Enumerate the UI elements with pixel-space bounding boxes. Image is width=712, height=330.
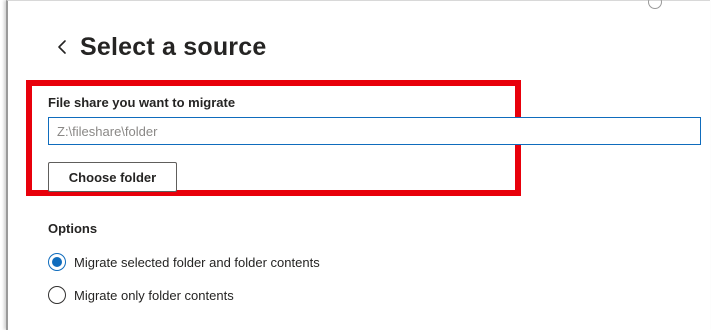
back-button[interactable]: [56, 31, 78, 63]
chevron-left-icon: [58, 40, 66, 54]
file-share-label: File share you want to migrate: [48, 95, 236, 110]
option-migrate-folder-and-contents[interactable]: Migrate selected folder and folder conte…: [48, 253, 320, 271]
option-migrate-contents-only[interactable]: Migrate only folder contents: [48, 286, 234, 304]
option-label: Migrate only folder contents: [74, 287, 234, 303]
choose-folder-button[interactable]: Choose folder: [48, 162, 177, 192]
radio-button-unselected[interactable]: [48, 286, 66, 304]
circle-icon: [648, 0, 662, 9]
page-header: Select a source: [56, 31, 266, 63]
page-title: Select a source: [80, 32, 267, 61]
option-label: Migrate selected folder and folder conte…: [74, 254, 320, 270]
options-label: Options: [48, 221, 98, 236]
radio-button-selected[interactable]: [48, 253, 66, 271]
file-share-path-input[interactable]: [48, 117, 701, 145]
